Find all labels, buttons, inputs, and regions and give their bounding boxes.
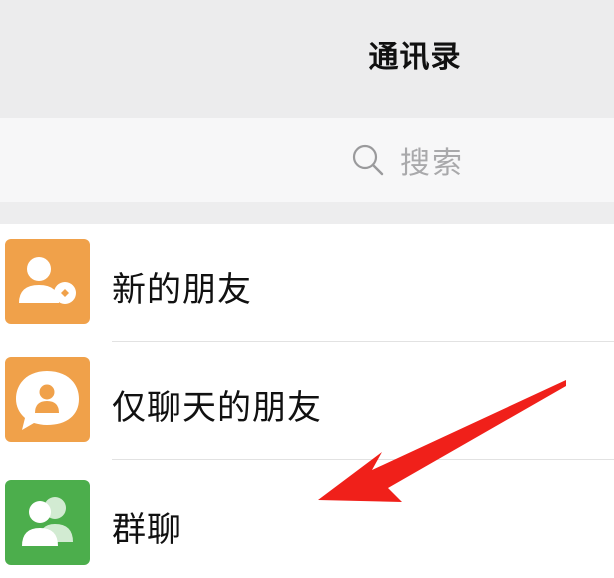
- list-item-label: 仅聊天的朋友: [112, 388, 322, 428]
- list-item-new-friends[interactable]: 新的朋友: [0, 224, 614, 342]
- search-icon: [352, 144, 384, 176]
- page-title: 通讯录: [368, 40, 462, 75]
- chat-only-friend-icon: [5, 357, 90, 442]
- nav-header: 通讯录: [0, 0, 614, 118]
- list-item-chat-only-friends[interactable]: 仅聊天的朋友: [0, 342, 614, 460]
- list-item-label: 新的朋友: [112, 270, 252, 310]
- list-item-group-chats[interactable]: 群聊: [0, 460, 614, 578]
- search-input[interactable]: 搜索: [350, 140, 464, 181]
- search-bar[interactable]: 搜索: [0, 118, 614, 202]
- section-gap: [0, 202, 614, 224]
- new-friend-icon: [5, 239, 90, 324]
- search-placeholder: 搜索: [400, 146, 464, 181]
- group-chat-icon: [5, 480, 90, 565]
- list-item-label: 群聊: [112, 510, 182, 550]
